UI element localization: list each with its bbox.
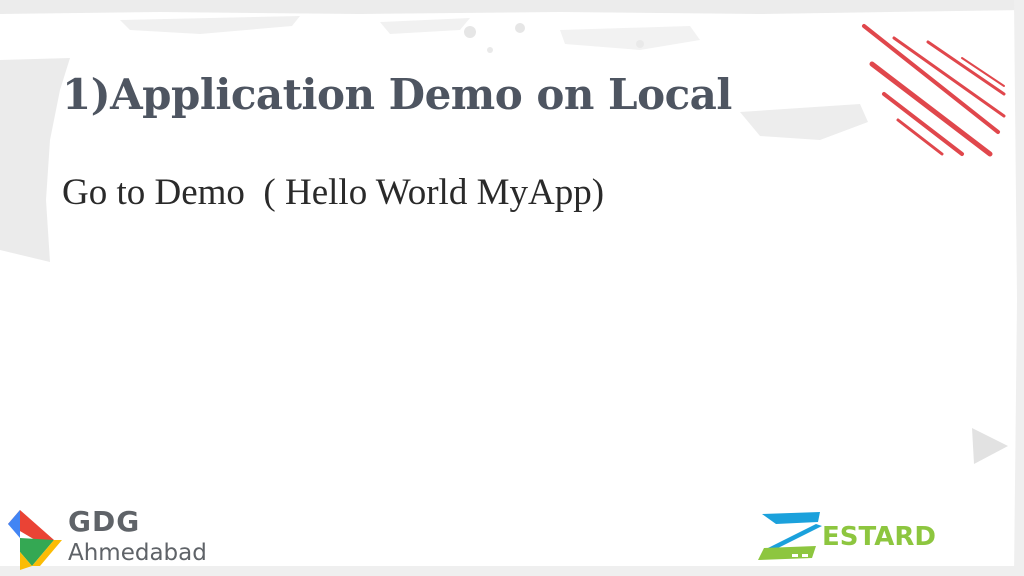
gdg-ahmedabad-logo: GDG Ahmedabad: [6, 502, 276, 572]
slide-title: 1)Application Demo on Local: [62, 70, 732, 119]
play-triangle-icon: [972, 428, 1008, 464]
zestard-logo: ESTARD: [756, 508, 956, 564]
red-diagonal-streaks: [862, 24, 1006, 157]
slide: 1)Application Demo on Local Go to Demo (…: [0, 0, 1024, 576]
gdg-logo-city: Ahmedabad: [68, 540, 207, 566]
slide-body-text: Go to Demo ( Hello World MyApp): [62, 172, 605, 213]
gdg-chevron-icon: [8, 510, 62, 570]
zestard-logo-name: ESTARD: [822, 522, 936, 552]
gdg-logo-name: GDG: [68, 505, 141, 538]
zestard-z-icon: [758, 512, 822, 560]
